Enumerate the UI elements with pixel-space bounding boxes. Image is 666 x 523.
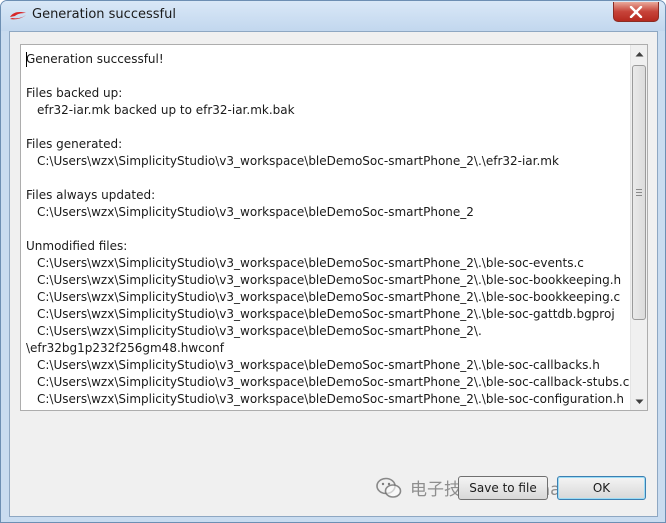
log-line: efr32-iar.mk backed up to efr32-iar.mk.b… bbox=[37, 103, 295, 117]
scroll-down-arrow-icon bbox=[635, 399, 644, 404]
window-title: Generation successful bbox=[32, 7, 176, 22]
log-line: \efr32bg1p232f256gm48.hwconf bbox=[26, 341, 224, 355]
log-line: C:\Users\wzx\SimplicityStudio\v3_workspa… bbox=[37, 375, 630, 389]
log-line: Generation successful! bbox=[26, 52, 164, 66]
log-blank-line bbox=[26, 68, 626, 85]
log-line: Files backed up: bbox=[26, 86, 123, 100]
log-line: C:\Users\wzx\SimplicityStudio\v3_workspa… bbox=[37, 154, 559, 168]
ok-button[interactable]: OK bbox=[557, 476, 646, 500]
text-caret bbox=[26, 52, 27, 67]
log-blank-line bbox=[26, 119, 626, 136]
dialog-window: Generation successful Generation success… bbox=[0, 0, 666, 523]
log-text: Generation successful! Files backed up: ef… bbox=[26, 51, 630, 408]
log-line: Files always updated: bbox=[26, 188, 156, 202]
dialog-body: Generation successful! Files backed up: ef… bbox=[9, 31, 658, 517]
log-line: C:\Users\wzx\SimplicityStudio\v3_workspa… bbox=[37, 307, 615, 321]
log-line: Files generated: bbox=[26, 137, 123, 151]
scrollbar-thumb[interactable] bbox=[632, 65, 646, 320]
vertical-scrollbar[interactable] bbox=[630, 45, 647, 410]
title-bar[interactable]: Generation successful bbox=[1, 1, 665, 31]
log-line: C:\Users\wzx\SimplicityStudio\v3_workspa… bbox=[37, 358, 600, 372]
scroll-up-arrow-icon bbox=[635, 51, 644, 56]
scroll-down-button[interactable] bbox=[631, 393, 647, 410]
log-line: C:\Users\wzx\SimplicityStudio\v3_workspa… bbox=[37, 324, 482, 338]
log-line: C:\Users\wzx\SimplicityStudio\v3_workspa… bbox=[37, 392, 625, 406]
log-line: C:\Users\wzx\SimplicityStudio\v3_workspa… bbox=[37, 290, 621, 304]
log-line: C:\Users\wzx\SimplicityStudio\v3_workspa… bbox=[37, 205, 474, 219]
close-icon bbox=[629, 5, 643, 18]
log-blank-line bbox=[26, 221, 626, 238]
log-line: Unmodified files: bbox=[26, 239, 128, 253]
log-line: C:\Users\wzx\SimplicityStudio\v3_workspa… bbox=[37, 256, 584, 270]
wechat-icon bbox=[376, 477, 402, 498]
close-button[interactable] bbox=[613, 2, 659, 22]
log-textarea[interactable]: Generation successful! Files backed up: ef… bbox=[20, 44, 648, 411]
save-to-file-button[interactable]: Save to file bbox=[458, 476, 548, 500]
scroll-up-button[interactable] bbox=[631, 45, 647, 62]
log-line: C:\Users\wzx\SimplicityStudio\v3_workspa… bbox=[37, 273, 622, 287]
app-logo-icon bbox=[10, 12, 26, 20]
log-blank-line bbox=[26, 170, 626, 187]
